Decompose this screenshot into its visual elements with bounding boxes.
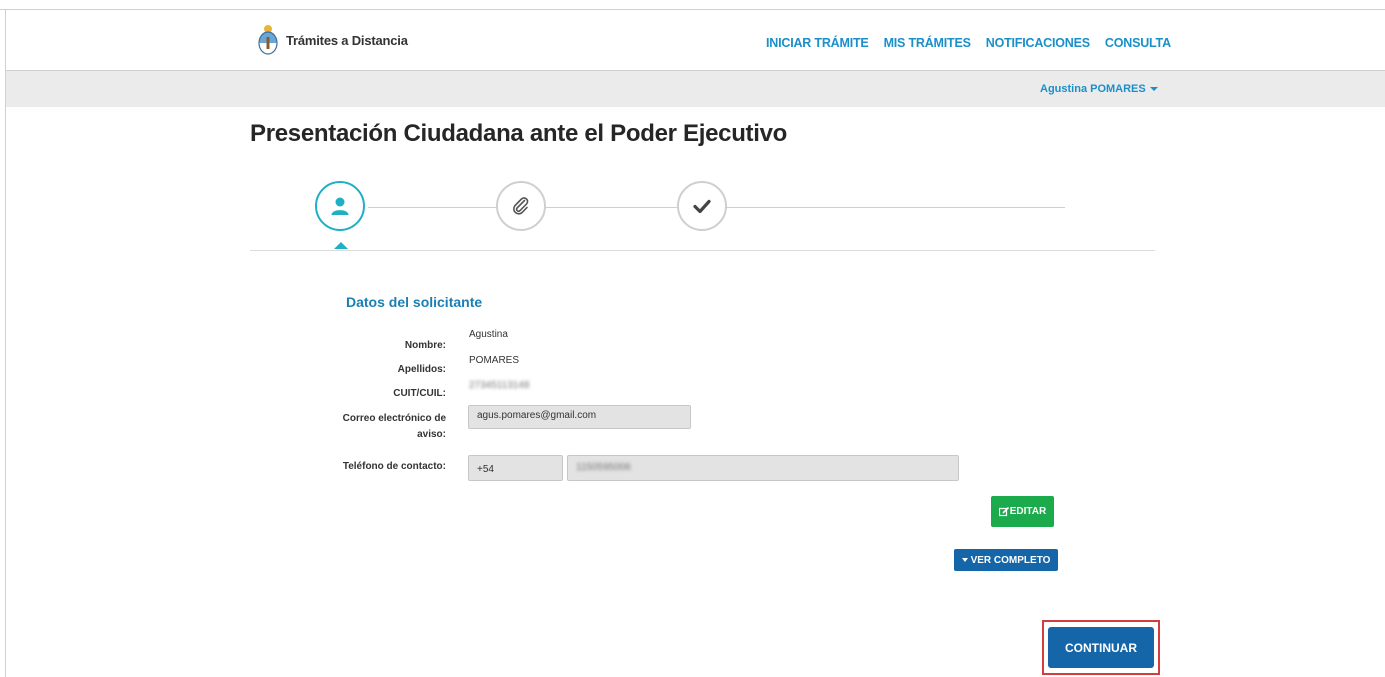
- phone-prefix-field[interactable]: +54: [468, 455, 563, 481]
- cuit-value: 27345113148: [469, 380, 530, 391]
- email-value: agus.pomares@gmail.com: [477, 410, 597, 421]
- apellidos-label: Apellidos:: [397, 364, 446, 375]
- active-step-pointer: [334, 242, 348, 249]
- step-attachments[interactable]: [496, 181, 546, 231]
- caret-down-icon: [961, 558, 968, 562]
- user-name: Agustina POMARES: [1040, 83, 1146, 95]
- nav-notificaciones[interactable]: NOTIFICACIONES: [986, 36, 1090, 50]
- section-title: Datos del solicitante: [346, 294, 483, 310]
- argentina-coat-of-arms-icon: [258, 25, 278, 55]
- nav-iniciar-tramite[interactable]: INICIAR TRÁMITE: [766, 36, 869, 50]
- wizard-steps: [250, 176, 1155, 251]
- top-navbar: Trámites a Distancia INICIAR TRÁMITE MIS…: [6, 10, 1385, 71]
- user-bar: Agustina POMARES: [6, 71, 1385, 107]
- edit-button[interactable]: EDITAR: [991, 496, 1054, 527]
- ver-completo-button[interactable]: VER COMPLETO: [954, 549, 1058, 571]
- user-icon: [331, 197, 349, 215]
- continue-button[interactable]: CONTINUAR: [1048, 627, 1154, 668]
- step-confirmation[interactable]: [677, 181, 727, 231]
- paperclip-icon: [513, 197, 529, 215]
- phone-number-value: 1150595006: [576, 462, 631, 473]
- apellidos-value: POMARES: [469, 355, 520, 366]
- nombre-label: Nombre:: [404, 340, 446, 351]
- phone-prefix-value: +54: [477, 464, 494, 475]
- cuit-label: CUIT/CUIL:: [393, 388, 446, 399]
- nav-mis-tramites[interactable]: MIS TRÁMITES: [884, 36, 971, 50]
- email-field[interactable]: agus.pomares@gmail.com: [468, 405, 691, 429]
- email-label: Correo electrónico de aviso:: [342, 413, 446, 440]
- brand[interactable]: Trámites a Distancia: [256, 24, 408, 56]
- brand-name: Trámites a Distancia: [286, 32, 408, 48]
- phone-number-field[interactable]: 1150595006: [567, 455, 959, 481]
- ver-completo-label: VER COMPLETO: [970, 554, 1051, 566]
- step-applicant-data[interactable]: [315, 181, 365, 231]
- page-title: Presentación Ciudadana ante el Poder Eje…: [250, 120, 788, 147]
- caret-down-icon: [1149, 87, 1158, 92]
- nombre-value: Agustina: [469, 329, 508, 340]
- window-left-border: [5, 10, 6, 677]
- user-menu[interactable]: Agustina POMARES: [1040, 83, 1158, 95]
- main-nav: INICIAR TRÁMITE MIS TRÁMITES NOTIFICACIO…: [766, 36, 1186, 50]
- edit-label: EDITAR: [1009, 506, 1047, 517]
- phone-label: Teléfono de contacto:: [342, 461, 446, 472]
- edit-icon: [998, 506, 1009, 516]
- check-icon: [693, 199, 711, 214]
- continue-highlight-box: CONTINUAR: [1042, 620, 1160, 675]
- nav-consulta[interactable]: CONSULTA: [1105, 36, 1171, 50]
